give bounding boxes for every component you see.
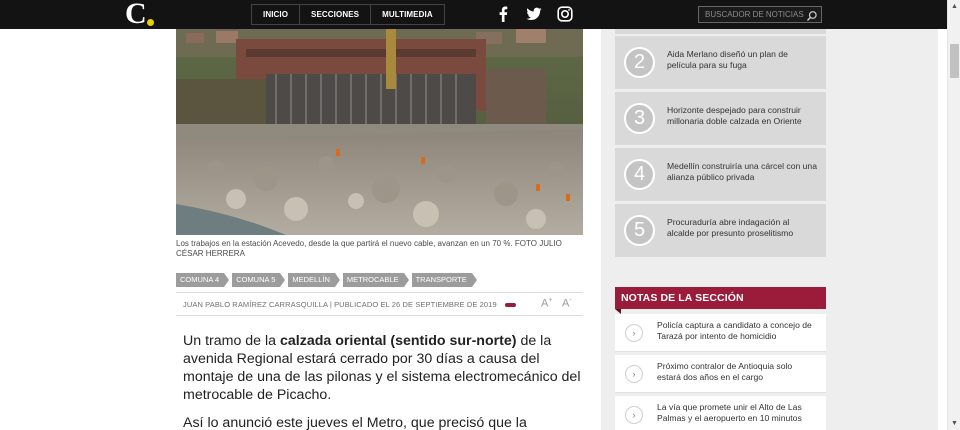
rank-number: 5 — [624, 215, 655, 246]
increase-font-button[interactable]: A+ — [541, 297, 552, 310]
rank-number: 2 — [624, 47, 655, 78]
tag-medellin[interactable]: MEDELLÍN — [288, 273, 340, 287]
section-note-title[interactable]: Policía captura a candidato a concejo de… — [657, 320, 817, 342]
twitter-icon[interactable] — [525, 5, 543, 23]
tag-metrocable[interactable]: METROCABLE — [342, 273, 409, 287]
paragraph-1: Un tramo de la calzada oriental (sentido… — [183, 333, 581, 403]
article-meta-row: JUAN PABLO RAMÍREZ CARRASQUILLA | PUBLIC… — [176, 292, 583, 316]
scroll-down-arrow-icon[interactable]: ▼ — [948, 417, 960, 430]
decrease-font-button[interactable]: A- — [562, 297, 572, 310]
article-photo — [176, 29, 583, 235]
ranked-item-title[interactable]: Medellín construiría una cárcel con una … — [667, 161, 817, 183]
logo-letter: C — [125, 0, 147, 30]
nav-secciones[interactable]: SECCIONES — [300, 5, 372, 24]
share-toggle[interactable] — [505, 303, 516, 307]
chevron-right-icon: › — [625, 324, 643, 342]
instagram-icon[interactable] — [556, 5, 574, 23]
search-box — [698, 6, 822, 23]
ranked-item[interactable]: 2 Aida Merlano diseñó un plan de películ… — [615, 36, 826, 89]
chevron-right-icon: › — [625, 365, 643, 383]
section-notes-title: NOTAS DE LA SECCIÓN — [621, 292, 744, 304]
search-input[interactable] — [699, 7, 805, 22]
scroll-up-arrow-icon[interactable]: ▲ — [948, 0, 960, 13]
tag-comuna-5[interactable]: COMUNA 5 — [232, 273, 286, 287]
section-note[interactable]: › Policía captura a candidato a concejo … — [615, 314, 826, 352]
ranked-item[interactable]: 4 Medellín construiría una cárcel con un… — [615, 148, 826, 201]
ranked-item-title[interactable]: Aida Merlano diseñó un plan de película … — [667, 49, 817, 71]
tag-comuna-4[interactable]: COMUNA 4 — [176, 273, 230, 287]
rank-number: 4 — [624, 159, 655, 190]
tag-transporte[interactable]: TRANSPORTE — [411, 273, 477, 287]
site-logo[interactable]: C — [125, 0, 155, 30]
paragraph-2: Así lo anunció este jueves el Metro, que… — [183, 415, 527, 430]
byline: JUAN PABLO RAMÍREZ CARRASQUILLA | PUBLIC… — [183, 300, 497, 309]
article-body: Un tramo de la calzada oriental (sentido… — [183, 332, 585, 430]
nav-inicio[interactable]: INICIO — [252, 5, 301, 24]
nav-multimedia[interactable]: MULTIMEDIA — [371, 5, 444, 24]
section-note[interactable]: › Próximo contralor de Antioquia solo es… — [615, 355, 826, 393]
facebook-icon[interactable] — [494, 5, 512, 23]
ranked-item-1-bottom[interactable] — [615, 29, 826, 34]
section-note-title[interactable]: Próximo contralor de Antioquia solo esta… — [657, 361, 817, 383]
ranked-item[interactable]: 3 Horizonte despejado para construir mil… — [615, 92, 826, 145]
page-scrollbar[interactable]: ▲ ▼ — [947, 0, 960, 430]
section-note-title[interactable]: La vía que promete unir el Alto de Las P… — [657, 402, 817, 424]
tag-list: COMUNA 4 COMUNA 5 MEDELLÍN METROCABLE TR… — [176, 273, 480, 287]
main-menu: INICIO SECCIONES MULTIMEDIA — [251, 4, 445, 25]
section-notes-header: NOTAS DE LA SECCIÓN — [615, 287, 826, 314]
ranked-item[interactable]: 5 Procuraduría abre indagación al alcald… — [615, 204, 826, 257]
search-icon[interactable] — [806, 9, 818, 21]
section-note[interactable]: › La vía que promete unir el Alto de Las… — [615, 396, 826, 430]
chevron-right-icon: › — [625, 406, 643, 424]
rank-number: 3 — [624, 103, 655, 134]
scrollbar-thumb[interactable] — [950, 44, 959, 78]
photo-caption: Los trabajos en la estación Acevedo, des… — [176, 239, 562, 258]
ranked-item-title[interactable]: Procuraduría abre indagación al alcalde … — [667, 217, 817, 239]
logo-dot — [147, 19, 154, 26]
ranked-item-title[interactable]: Horizonte despejado para construir millo… — [667, 105, 817, 127]
top-navigation-bar: C INICIO SECCIONES MULTIMEDIA — [0, 0, 947, 30]
